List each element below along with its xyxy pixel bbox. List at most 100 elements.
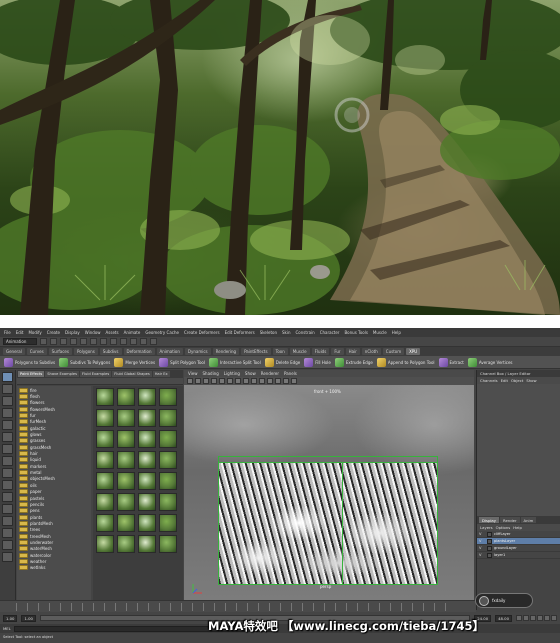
shelf-tab-deformation[interactable]: Deformation [123, 348, 155, 355]
layer-menu-options[interactable]: Options [496, 525, 511, 530]
snap-point-icon[interactable] [120, 338, 127, 345]
tab-hair-examples[interactable]: Hair Ex [152, 371, 170, 377]
layer-menu-help[interactable]: Help [513, 525, 522, 530]
play-forward-icon[interactable] [537, 615, 543, 621]
tab-paint-effects[interactable]: Paint Effects [18, 371, 45, 377]
end-time-field[interactable]: 48.00 [495, 614, 512, 622]
brush-thumbnail[interactable] [96, 430, 114, 448]
rotate-tool-icon[interactable] [2, 420, 13, 430]
channel-menu-edit[interactable]: Edit [501, 378, 508, 383]
lights-icon[interactable] [267, 378, 273, 384]
render-settings-icon[interactable] [150, 338, 157, 345]
brush-thumbnail[interactable] [138, 430, 156, 448]
menu-modify[interactable]: Modify [28, 330, 41, 335]
select-tool-icon[interactable] [2, 372, 13, 382]
brush-thumbnail[interactable] [117, 472, 135, 490]
shelf-tab-subdivs[interactable]: Subdivs [99, 348, 122, 355]
persp-graph-layout-icon[interactable] [2, 504, 13, 514]
channel-menu-channels[interactable]: Channels [480, 378, 498, 383]
layer-row[interactable]: V layer1 [477, 552, 560, 559]
viewport-menu-lighting[interactable]: Lighting [224, 371, 240, 376]
interactive-split-button[interactable]: Interactive Split Tool [208, 357, 261, 367]
layer-menu-layers[interactable]: Layers [480, 525, 493, 530]
go-to-start-icon[interactable] [516, 615, 522, 621]
brush-thumbnail[interactable] [117, 409, 135, 427]
shelf-tab-fur[interactable]: Fur [331, 348, 344, 355]
brush-thumbnail[interactable] [96, 388, 114, 406]
menu-geometry-cache[interactable]: Geometry Cache [145, 330, 179, 335]
shelf-tab-muscle[interactable]: Muscle [289, 348, 310, 355]
time-slider[interactable] [0, 600, 476, 612]
menu-file[interactable]: File [4, 330, 11, 335]
shelf-tab-painteffects[interactable]: PaintEffects [241, 348, 271, 355]
folder-item[interactable]: wetInks [19, 565, 91, 571]
go-to-end-icon[interactable] [551, 615, 557, 621]
brush-thumbnail[interactable] [117, 493, 135, 511]
layer-color-swatch[interactable] [487, 552, 492, 558]
render-view-layout-icon[interactable] [2, 528, 13, 538]
brush-thumbnail[interactable] [96, 535, 114, 553]
paint-select-tool-icon[interactable] [2, 396, 13, 406]
shelf-tab-fluids[interactable]: Fluids [311, 348, 330, 355]
layer-tab-render[interactable]: Render [500, 517, 520, 523]
menu-constrain[interactable]: Constrain [296, 330, 315, 335]
subdivs-to-polygons-button[interactable]: Subdivs To Polygons [59, 357, 110, 367]
new-scene-icon[interactable] [40, 338, 47, 345]
brush-thumbnail[interactable] [96, 409, 114, 427]
3d-viewport[interactable]: View Shading Lighting Show Renderer Pane… [184, 370, 474, 600]
channel-menu-object[interactable]: Object [511, 378, 523, 383]
layer-visibility-toggle[interactable]: V [479, 546, 485, 551]
menu-display[interactable]: Display [65, 330, 80, 335]
mel-label[interactable]: MEL [3, 626, 11, 631]
menu-window[interactable]: Window [85, 330, 101, 335]
menu-animate[interactable]: Animate [124, 330, 141, 335]
viewport-menu-shading[interactable]: Shading [203, 371, 219, 376]
layer-visibility-toggle[interactable]: V [479, 532, 485, 537]
brush-thumbnail[interactable] [138, 409, 156, 427]
polygons-to-subdivs-button[interactable]: Polygons to Subdivs [4, 357, 55, 367]
viewport-menu-renderer[interactable]: Renderer [261, 371, 279, 376]
brush-thumbnail[interactable] [159, 514, 177, 532]
average-vertices-button[interactable]: Average Vertices [467, 357, 513, 367]
extrude-edge-button[interactable]: Extrude Edge [334, 357, 373, 367]
image-plane-icon[interactable] [211, 378, 217, 384]
tab-fluid-global-shapes[interactable]: Fluid Global Shapes [112, 371, 152, 377]
channel-menu-show[interactable]: Show [526, 378, 536, 383]
ipr-render-icon[interactable] [140, 338, 147, 345]
split-polygon-button[interactable]: Split Polygon Tool [159, 357, 205, 367]
scale-tool-icon[interactable] [2, 432, 13, 442]
lasso-tool-icon[interactable] [2, 384, 13, 394]
fill-hole-button[interactable]: Fill Hole [304, 357, 331, 367]
brush-thumbnail[interactable] [117, 535, 135, 553]
menu-skin[interactable]: Skin [282, 330, 291, 335]
layer-color-swatch[interactable] [487, 545, 492, 551]
step-back-icon[interactable] [523, 615, 529, 621]
outliner-layout-icon[interactable] [2, 540, 13, 550]
viewport-menu-show[interactable]: Show [245, 371, 256, 376]
single-perspective-layout-icon[interactable] [2, 468, 13, 478]
layer-color-swatch[interactable] [487, 531, 492, 537]
shelf-tab-dynamics[interactable]: Dynamics [184, 348, 211, 355]
brush-thumbnail[interactable] [138, 388, 156, 406]
grid-toggle-icon[interactable] [219, 378, 225, 384]
brush-thumbnail[interactable] [159, 451, 177, 469]
shelf-tab-general[interactable]: General [3, 348, 25, 355]
brush-thumbnail[interactable] [159, 493, 177, 511]
layer-color-swatch[interactable] [487, 538, 492, 544]
layer-row[interactable]: V plantsLayer [477, 538, 560, 545]
select-hierarchy-icon[interactable] [70, 338, 77, 345]
selected-plants-geometry[interactable] [218, 462, 438, 585]
extract-button[interactable]: Extract [438, 357, 464, 367]
menu-skeleton[interactable]: Skeleton [260, 330, 277, 335]
brush-thumbnail[interactable] [159, 430, 177, 448]
wireframe-icon[interactable] [243, 378, 249, 384]
last-tool-icon[interactable] [2, 456, 13, 466]
snap-curve-icon[interactable] [110, 338, 117, 345]
menu-assets[interactable]: Assets [106, 330, 119, 335]
open-scene-icon[interactable] [50, 338, 57, 345]
menu-help[interactable]: Help [392, 330, 401, 335]
brush-thumbnail[interactable] [117, 388, 135, 406]
merge-vertices-button[interactable]: Merge Vertices [114, 357, 155, 367]
brush-thumbnail[interactable] [138, 472, 156, 490]
resolution-gate-icon[interactable] [235, 378, 241, 384]
